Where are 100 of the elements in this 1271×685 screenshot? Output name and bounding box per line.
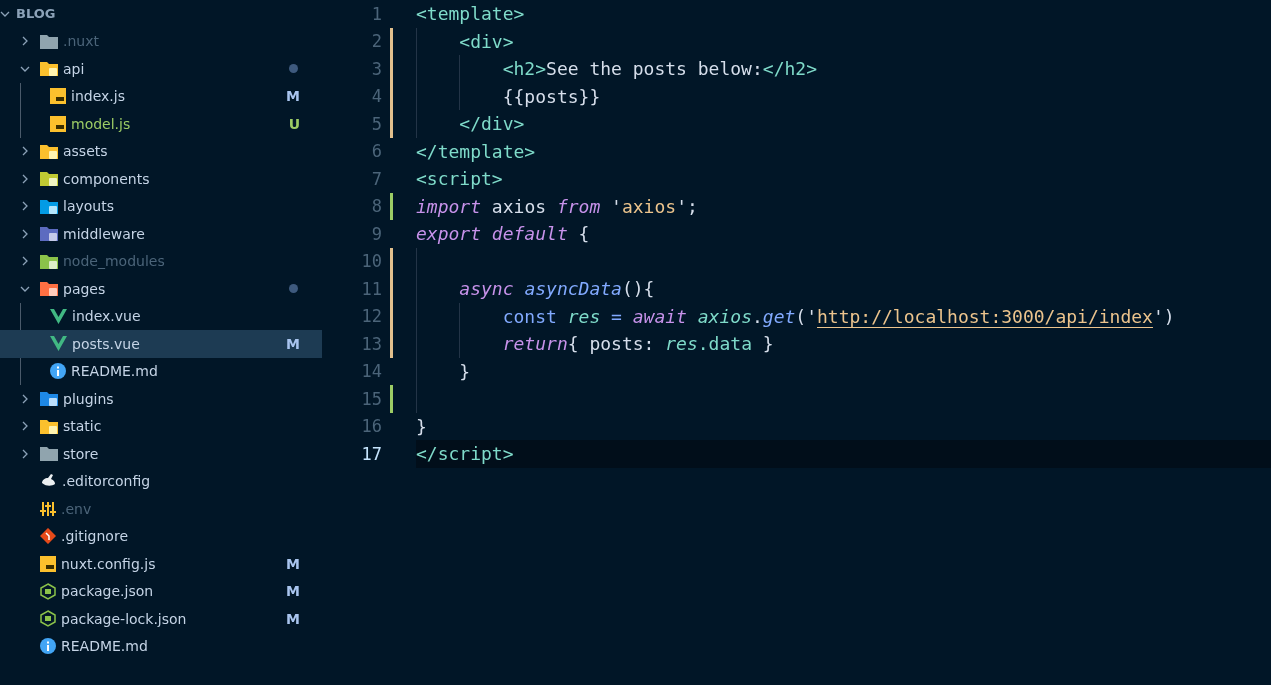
folder-row[interactable]: middleware: [0, 220, 322, 248]
line-number: 13: [360, 333, 382, 354]
code-token: </div>: [458, 113, 525, 135]
line-number: 3: [370, 58, 382, 79]
code-token: }: [458, 360, 471, 382]
file-name: nuxt.config.js: [61, 555, 156, 572]
project-title: BLOG: [16, 6, 56, 22]
file-name: .env: [61, 500, 92, 517]
line-number: 4: [370, 86, 382, 107]
code-token: (': [795, 305, 817, 327]
explorer-header[interactable]: BLOG: [0, 0, 322, 28]
file-row[interactable]: posts.vue M: [0, 330, 322, 358]
code-token: { posts:: [567, 333, 656, 355]
folder-name: components: [63, 170, 150, 187]
chevron-right-icon[interactable]: [20, 36, 30, 47]
file-row[interactable]: index.vue: [0, 302, 322, 330]
code-token: {: [577, 223, 590, 245]
folder-icon: [40, 446, 58, 462]
folder-name: node_modules: [63, 253, 165, 270]
chevron-right-icon[interactable]: [20, 173, 30, 184]
code-token: axios: [621, 195, 677, 217]
folder-icon: [40, 61, 58, 77]
folder-row[interactable]: pages: [0, 275, 322, 303]
file-name: .gitignore: [61, 528, 128, 545]
file-row[interactable]: model.js U: [0, 110, 322, 138]
v-logo-icon: [50, 336, 67, 352]
js-file-icon: [40, 555, 56, 572]
file-name: package-lock.json: [61, 610, 187, 627]
file-row[interactable]: README.md: [0, 632, 322, 660]
file-name: README.md: [61, 638, 148, 655]
folder-name: middleware: [63, 225, 145, 242]
line-number: 8: [370, 196, 382, 217]
code-token: }: [416, 415, 427, 437]
chevron-right-icon[interactable]: [20, 393, 30, 404]
file-row[interactable]: index.js M: [0, 82, 322, 110]
v-logo-icon: [50, 308, 67, 324]
chevron-right-icon[interactable]: [20, 201, 30, 212]
code-token: <script>: [416, 168, 503, 190]
code-token: const: [501, 305, 558, 327]
folder-row[interactable]: plugins: [0, 385, 322, 413]
file-name: README.md: [71, 363, 158, 380]
code-token: import: [416, 195, 482, 217]
code-token: {{posts}}: [501, 85, 601, 107]
code-token: .data: [697, 333, 752, 355]
folder-name: api: [63, 60, 85, 77]
code-token: axios: [490, 195, 548, 217]
code-token: await: [632, 305, 688, 327]
js-file-icon: [50, 88, 66, 105]
file-name: posts.vue: [72, 335, 140, 352]
line-number: 9: [370, 223, 382, 244]
sliders-icon: [40, 500, 56, 517]
code-token: }: [761, 333, 774, 355]
folder-row[interactable]: static: [0, 412, 322, 440]
folder-icon: [40, 253, 58, 269]
file-row[interactable]: .gitignore: [0, 522, 322, 550]
folder-row[interactable]: layouts: [0, 192, 322, 220]
folder-row[interactable]: api: [0, 55, 322, 83]
code-token: =: [610, 305, 623, 327]
code-token: </h2>: [762, 58, 817, 80]
chevron-right-icon[interactable]: [20, 421, 30, 432]
code-token: ': [610, 195, 622, 217]
folder-row[interactable]: components: [0, 165, 322, 193]
file-name: model.js: [71, 115, 131, 132]
folder-icon: [40, 33, 58, 49]
code-token: export default: [416, 223, 568, 245]
file-row[interactable]: package.json M: [0, 577, 322, 605]
line-number: 11: [360, 278, 382, 299]
hexagon-icon: [40, 610, 56, 628]
code-token: return: [501, 333, 568, 355]
code-token: axios: [697, 305, 752, 327]
git-status-label: M: [286, 583, 300, 600]
folder-icon: [40, 198, 58, 214]
file-row[interactable]: README.md: [0, 357, 322, 385]
folder-row[interactable]: assets: [0, 137, 322, 165]
git-status-label: M: [286, 335, 300, 352]
folder-name: static: [63, 418, 102, 435]
folder-name: assets: [63, 143, 108, 160]
line-number: 1: [370, 3, 382, 24]
line-number: 6: [370, 141, 382, 162]
file-row[interactable]: .editorconfig: [0, 467, 322, 495]
file-row[interactable]: package-lock.json M: [0, 605, 322, 633]
folder-row[interactable]: store: [0, 440, 322, 468]
chevron-right-icon[interactable]: [20, 256, 30, 267]
chevron-right-icon[interactable]: [20, 146, 30, 157]
url-link[interactable]: http://localhost:3000/api/index: [817, 305, 1153, 327]
code-token: async: [458, 278, 515, 300]
code-token: .: [751, 305, 763, 327]
folder-name: pages: [63, 280, 106, 297]
git-status-label: M: [286, 610, 300, 627]
file-row[interactable]: nuxt.config.js M: [0, 550, 322, 578]
code-token: res: [665, 333, 698, 355]
code-token: ';: [676, 195, 698, 217]
chevron-right-icon[interactable]: [20, 448, 30, 459]
folder-icon: [40, 171, 58, 187]
chevron-right-icon[interactable]: [20, 228, 30, 239]
line-number: 17: [360, 443, 382, 464]
code-token: <template>: [416, 3, 525, 25]
git-status-label: U: [288, 115, 300, 132]
js-file-icon: [50, 115, 66, 132]
code-token: </template>: [416, 140, 536, 162]
